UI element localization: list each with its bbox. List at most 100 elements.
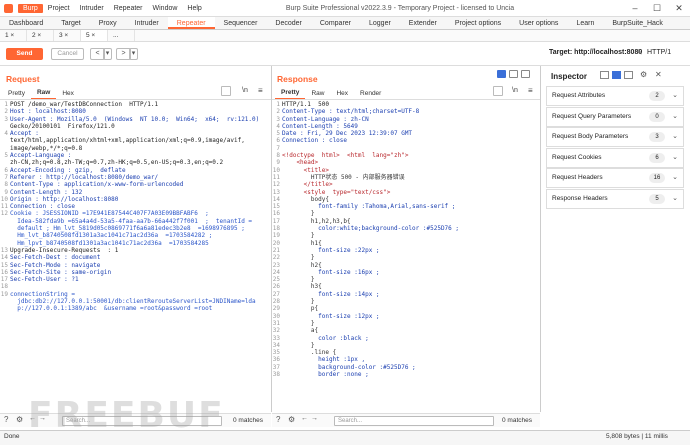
line-text: image/webp,*/*;q=0.8 [10, 144, 83, 152]
inspector-section[interactable]: Request Cookies 6 ⌄ [546, 147, 684, 168]
layout-horizontal-icon[interactable] [509, 70, 518, 78]
tab-extender[interactable]: Extender [400, 17, 446, 29]
maximize-icon[interactable]: ☐ [646, 0, 668, 17]
repeater-tab-more[interactable]: ... [108, 30, 135, 41]
response-menu-icon[interactable]: ≡ [528, 86, 533, 95]
tab-user-options[interactable]: User options [510, 17, 567, 29]
minimize-icon[interactable]: – [624, 0, 646, 17]
response-line: 37 background-color :#525D76 ; [272, 364, 540, 371]
line-number: 1 [4, 101, 8, 108]
menu-help[interactable]: Help [182, 4, 206, 13]
response-newline-icon[interactable]: \n [512, 87, 518, 94]
tab-burpsuite-hack[interactable]: BurpSuite_Hack [603, 17, 672, 29]
request-line: 7 Referer : http://localhost:8080/demo_wa… [0, 174, 271, 181]
response-tab-hex[interactable]: Hex [330, 88, 354, 99]
request-tab-hex[interactable]: Hex [56, 88, 80, 99]
inspector-layout-icon-3[interactable] [624, 71, 633, 79]
repeater-tab-3[interactable]: 3 × [54, 30, 81, 41]
response-line: 17 h1,h2,h3,b{ [272, 218, 540, 225]
request-tab-pretty[interactable]: Pretty [2, 88, 31, 99]
inspector-section[interactable]: Request Body Parameters 3 ⌄ [546, 127, 684, 147]
inspector-layout-icon-2[interactable] [612, 71, 621, 79]
inspector-section[interactable]: Response Headers 5 ⌄ [546, 188, 684, 209]
response-line: 28 } [272, 298, 540, 305]
inspector-section-label: Request Body Parameters [552, 133, 629, 140]
request-title: Request [6, 74, 40, 84]
request-copy-icon[interactable] [221, 86, 231, 96]
response-settings-icon[interactable]: ⚙ [288, 415, 295, 424]
line-number: 34 [272, 341, 280, 349]
inspector-close-icon[interactable]: ✕ [655, 70, 662, 79]
layout-tabs-icon[interactable] [521, 70, 530, 78]
forward-dropdown-icon[interactable]: ▾ [129, 48, 138, 60]
inspector-splitter[interactable] [540, 66, 541, 412]
response-prev-icon[interactable]: ← [301, 415, 308, 422]
menu-project[interactable]: Project [43, 4, 75, 13]
request-divider [0, 99, 271, 100]
response-tab-render[interactable]: Render [354, 88, 387, 99]
inspector-section[interactable]: Request Query Parameters 0 ⌄ [546, 106, 684, 127]
tab-project-options[interactable]: Project options [446, 17, 510, 29]
request-help-icon[interactable]: ? [4, 415, 8, 424]
inspector-section[interactable]: Request Headers 16 ⌄ [546, 168, 684, 188]
chevron-down-icon[interactable]: ⌄ [672, 169, 678, 187]
chevron-down-icon[interactable]: ⌄ [672, 190, 678, 208]
response-editor[interactable]: 1 HTTP/1.1 500 2 Content-Type : text/html;c… [272, 101, 540, 409]
request-line: 8 Content-Type : application/x-www-form-u… [0, 181, 271, 188]
chevron-down-icon[interactable]: ⌄ [672, 149, 678, 167]
tab-intruder[interactable]: Intruder [126, 17, 168, 29]
tab-dashboard[interactable]: Dashboard [0, 17, 52, 29]
line-number: 23 [272, 261, 280, 269]
http-version[interactable]: HTTP/1 [647, 49, 671, 56]
response-line: 36 height :1px , [272, 356, 540, 363]
tab-learn[interactable]: Learn [567, 17, 603, 29]
chevron-down-icon[interactable]: ⌄ [672, 108, 678, 126]
response-line: 25 } [272, 276, 540, 283]
repeater-tab-1[interactable]: 1 × [0, 30, 27, 41]
line-text: Content-Length : 132 [10, 188, 83, 196]
inspector-layout-icon-1[interactable] [600, 71, 609, 79]
tab-comparer[interactable]: Comparer [311, 17, 360, 29]
repeater-tab-5[interactable]: 5 × [81, 30, 108, 41]
tab-logger[interactable]: Logger [360, 17, 400, 29]
request-editor[interactable]: 1 POST /demo_war/TestDBConnection HTTP/1.… [0, 101, 271, 409]
tab-proxy[interactable]: Proxy [90, 17, 126, 29]
target-label[interactable]: Target: http://localhost:8080 [549, 49, 642, 56]
line-number [0, 218, 10, 225]
response-tab-raw[interactable]: Raw [305, 88, 330, 99]
menu-burp[interactable]: Burp [18, 4, 43, 13]
response-help-icon[interactable]: ? [276, 415, 280, 424]
inspector-settings-icon[interactable]: ⚙ [640, 70, 647, 79]
response-next-icon[interactable]: → [311, 415, 318, 422]
response-copy-icon[interactable] [493, 86, 503, 96]
response-search-input[interactable]: Search... [334, 416, 494, 426]
back-dropdown-icon[interactable]: ▾ [103, 48, 112, 60]
line-number: 10 [0, 195, 8, 203]
close-icon[interactable]: ✕ [668, 0, 690, 17]
tab-sequencer[interactable]: Sequencer [215, 17, 267, 29]
response-line: 22 } [272, 254, 540, 261]
request-newline-icon[interactable]: \n [242, 87, 248, 94]
line-text: Upgrade-Insecure-Requests : 1 [10, 246, 119, 254]
layout-split-icon[interactable] [497, 70, 506, 78]
send-button[interactable]: Send [6, 48, 43, 60]
cancel-button[interactable]: Cancel [51, 48, 84, 60]
tab-target[interactable]: Target [52, 17, 89, 29]
edit-target-icon[interactable]: ✎ [636, 48, 643, 57]
tab-repeater[interactable]: Repeater [167, 17, 215, 29]
line-text: Content-Language : zh-CN [282, 115, 369, 123]
menu-repeater[interactable]: Repeater [109, 4, 148, 13]
request-menu-icon[interactable]: ≡ [258, 86, 263, 95]
request-settings-icon[interactable]: ⚙ [16, 415, 23, 424]
chevron-down-icon[interactable]: ⌄ [672, 128, 678, 146]
inspector-section[interactable]: Request Attributes 2 ⌄ [546, 86, 684, 106]
line-text: Sec-Fetch-Mode : navigate [10, 261, 101, 269]
menu-intruder[interactable]: Intruder [75, 4, 109, 13]
tab-decoder[interactable]: Decoder [266, 17, 310, 29]
repeater-tab-2[interactable]: 2 × [27, 30, 54, 41]
response-line: 35 .line { [272, 349, 540, 356]
menu-window[interactable]: Window [148, 4, 183, 13]
request-line: p://127.0.0.1:1389/abc &username =root&p… [0, 305, 271, 312]
chevron-down-icon[interactable]: ⌄ [672, 87, 678, 105]
request-line: 4 Accept : [0, 130, 271, 137]
